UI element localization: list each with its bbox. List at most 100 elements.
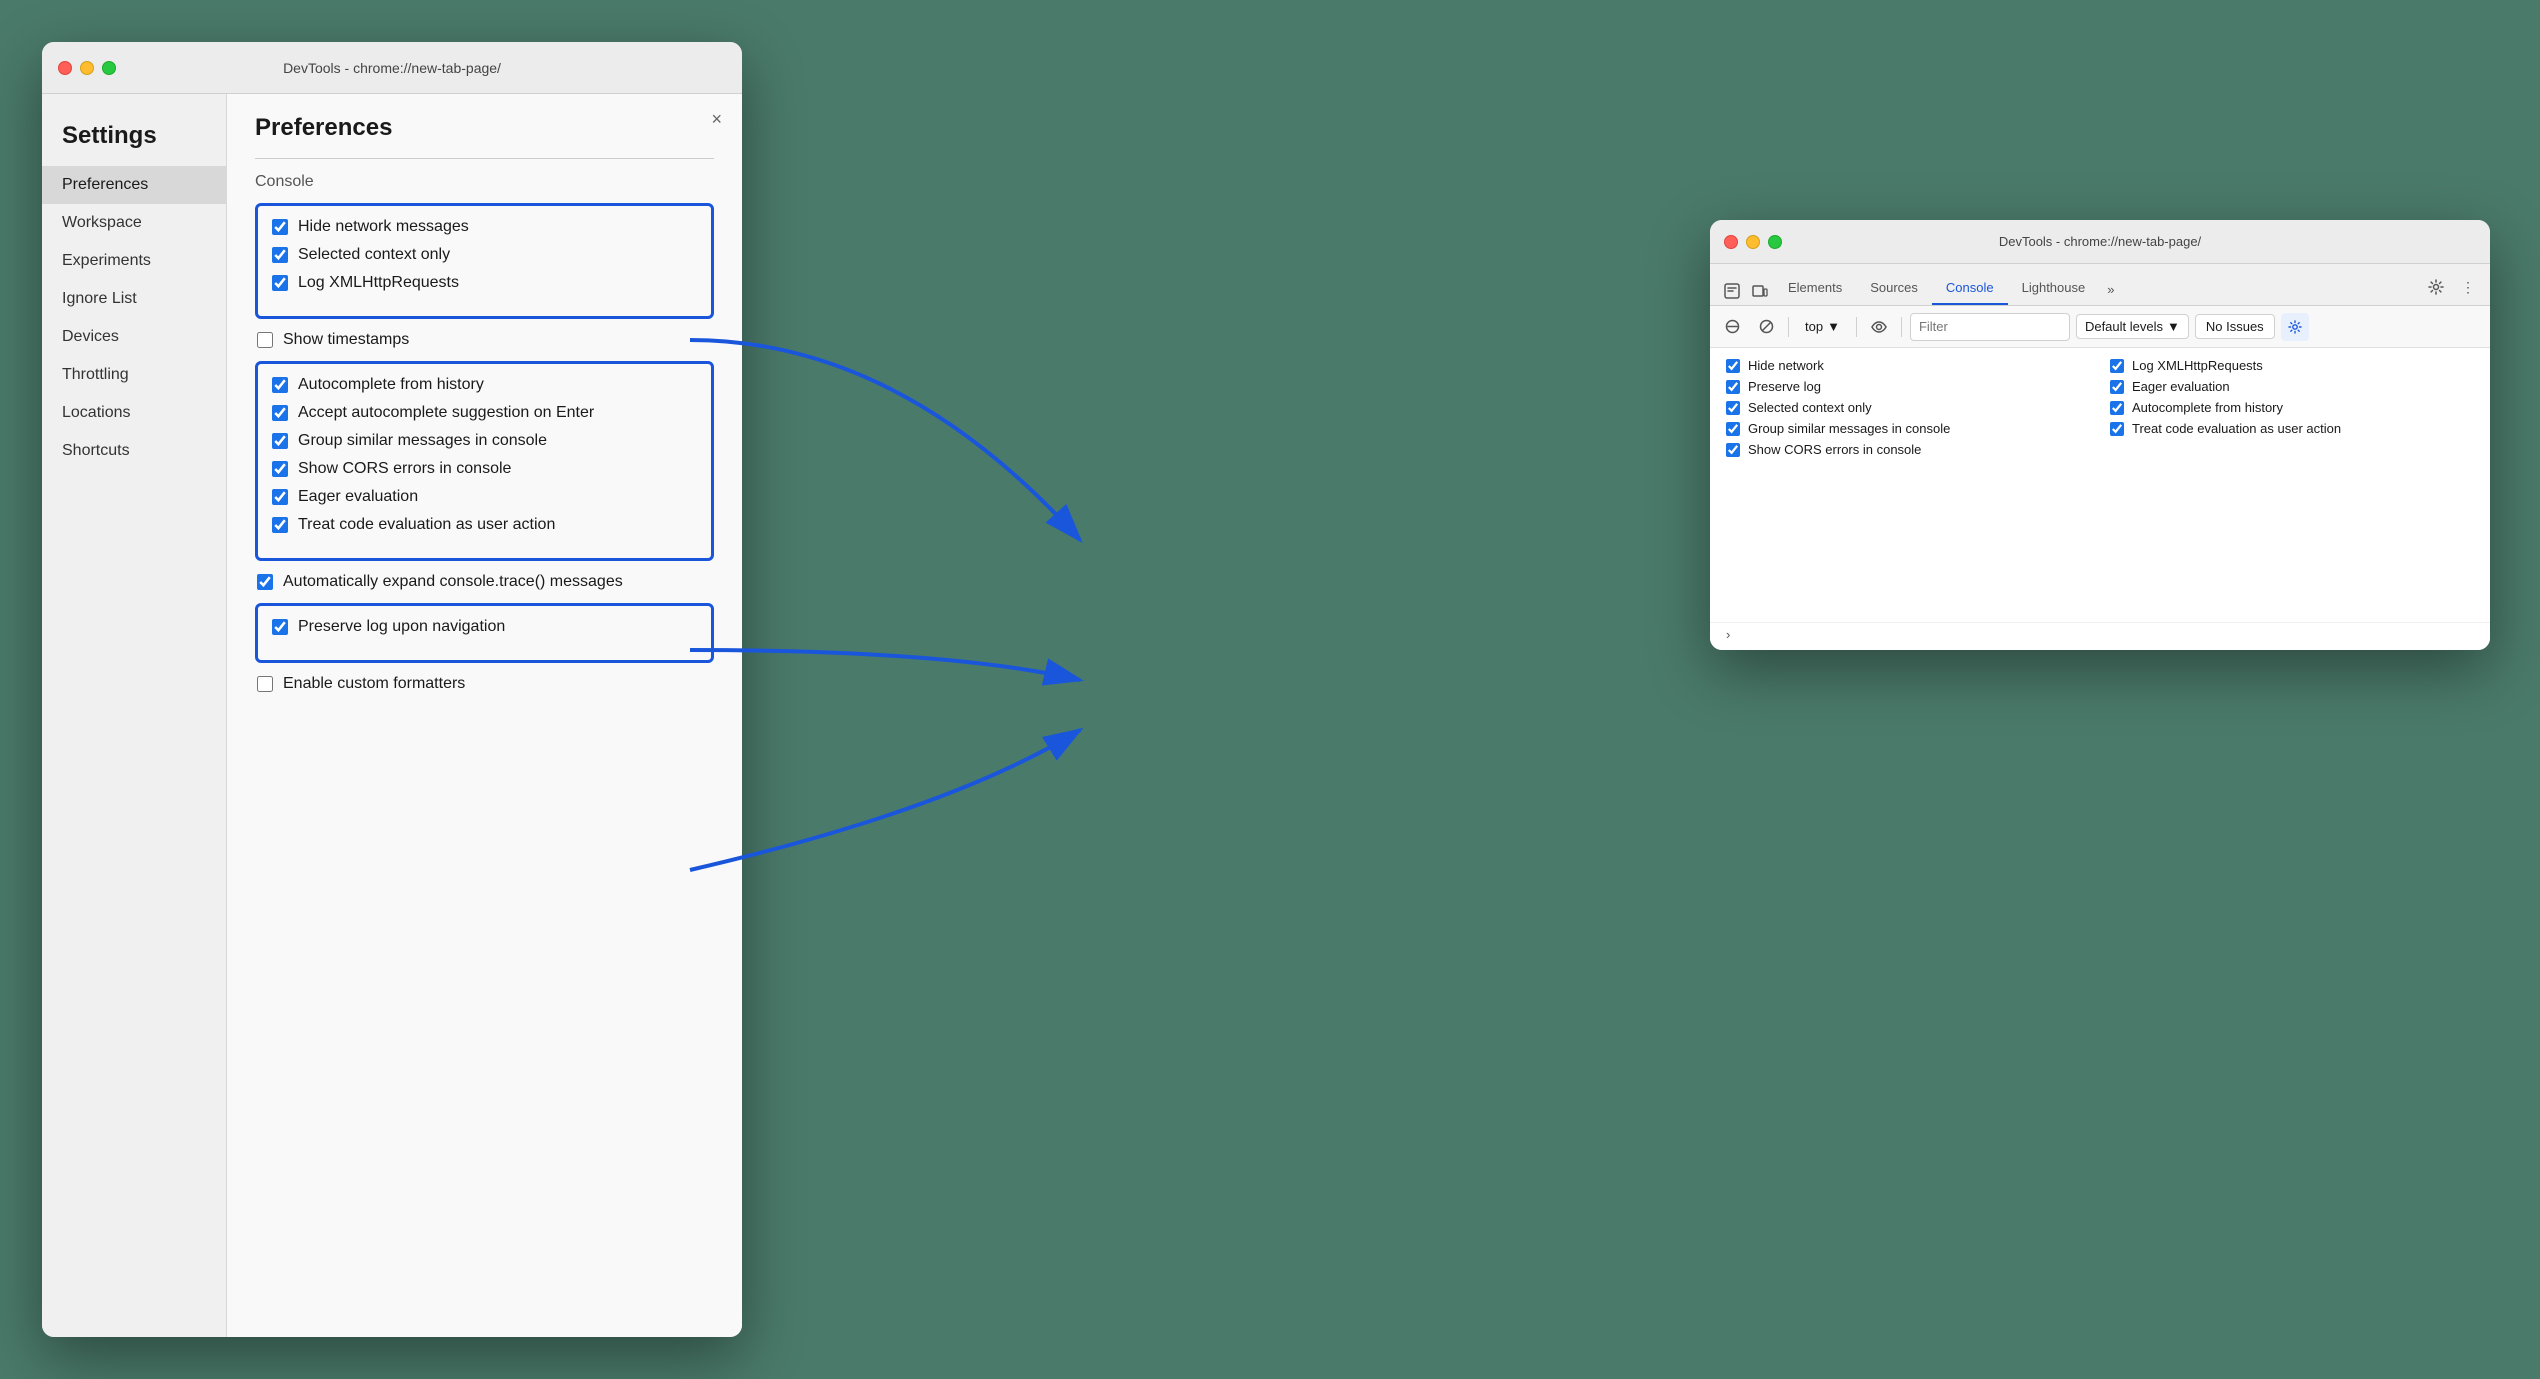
- standalone-expand-trace: Automatically expand console.trace() mes…: [255, 573, 714, 591]
- devtools-window: DevTools - chrome://new-tab-page/ Elemen…: [1710, 220, 2490, 650]
- devtools-traffic-lights: [1724, 235, 1782, 249]
- checkbox-custom-formatters[interactable]: Enable custom formatters: [257, 675, 712, 693]
- sidebar-item-devices[interactable]: Devices: [42, 318, 226, 356]
- block-icon[interactable]: [1752, 313, 1780, 341]
- checkbox-expand-trace-input[interactable]: [257, 574, 273, 590]
- maximize-traffic-light[interactable]: [102, 61, 116, 75]
- console-autocomplete-history-input[interactable]: [2110, 401, 2124, 415]
- checkbox-hide-network[interactable]: Hide network messages: [272, 218, 697, 236]
- console-hide-network-input[interactable]: [1726, 359, 1740, 373]
- checkbox-treat-code[interactable]: Treat code evaluation as user action: [272, 516, 697, 534]
- section-divider: [255, 158, 714, 159]
- devtools-close-light[interactable]: [1724, 235, 1738, 249]
- devtools-max-light[interactable]: [1768, 235, 1782, 249]
- sidebar-item-shortcuts[interactable]: Shortcuts: [42, 432, 226, 470]
- settings-window: DevTools - chrome://new-tab-page/ Settin…: [42, 42, 742, 1337]
- toolbar-separator-2: [1856, 317, 1857, 337]
- console-preserve-log[interactable]: Preserve log: [1726, 379, 2090, 394]
- checkbox-show-timestamps[interactable]: Show timestamps: [257, 331, 712, 349]
- checkbox-log-xml-input[interactable]: [272, 275, 288, 291]
- checkbox-show-timestamps-input[interactable]: [257, 332, 273, 348]
- sidebar-item-preferences[interactable]: Preferences: [42, 166, 226, 204]
- sidebar-item-throttling[interactable]: Throttling: [42, 356, 226, 394]
- console-log-xml-input[interactable]: [2110, 359, 2124, 373]
- checkbox-group-box2: Autocomplete from history Accept autocom…: [255, 361, 714, 561]
- console-cors-errors[interactable]: Show CORS errors in console: [1726, 442, 2090, 457]
- console-content: Hide network Log XMLHttpRequests Preserv…: [1710, 348, 2490, 622]
- settings-window-title: DevTools - chrome://new-tab-page/: [283, 60, 501, 76]
- checkbox-treat-code-input[interactable]: [272, 517, 288, 533]
- console-group-similar[interactable]: Group similar messages in console: [1726, 421, 2090, 436]
- tabs-overflow-button[interactable]: »: [2099, 274, 2122, 305]
- top-context-dropdown[interactable]: top ▼: [1797, 315, 1848, 338]
- no-issues-button[interactable]: No Issues: [2195, 314, 2275, 339]
- standalone-show-timestamps: Show timestamps: [255, 331, 714, 349]
- checkbox-preserve-log[interactable]: Preserve log upon navigation: [272, 618, 697, 636]
- default-levels-dropdown[interactable]: Default levels ▼: [2076, 314, 2189, 339]
- checkbox-group-similar[interactable]: Group similar messages in console: [272, 432, 697, 450]
- checkbox-cors-errors[interactable]: Show CORS errors in console: [272, 460, 697, 478]
- console-settings-icon[interactable]: [2281, 313, 2309, 341]
- sidebar-item-ignore-list[interactable]: Ignore List: [42, 280, 226, 318]
- settings-icon[interactable]: [2422, 273, 2450, 301]
- settings-body: Settings Preferences Workspace Experimen…: [42, 94, 742, 1337]
- console-preserve-log-input[interactable]: [1726, 380, 1740, 394]
- checkbox-group-box1: Hide network messages Selected context o…: [255, 203, 714, 319]
- dropdown-arrow-icon: ▼: [1827, 319, 1840, 334]
- devtools-titlebar: DevTools - chrome://new-tab-page/: [1710, 220, 2490, 264]
- toolbar-separator-3: [1901, 317, 1902, 337]
- console-eager-eval-input[interactable]: [2110, 380, 2124, 394]
- checkbox-cors-errors-input[interactable]: [272, 461, 288, 477]
- more-options-icon[interactable]: ⋮: [2454, 273, 2482, 301]
- eye-icon[interactable]: [1865, 313, 1893, 341]
- tab-lighthouse[interactable]: Lighthouse: [2008, 272, 2100, 305]
- sidebar-item-experiments[interactable]: Experiments: [42, 242, 226, 280]
- checkbox-eager-eval[interactable]: Eager evaluation: [272, 488, 697, 506]
- checkbox-preserve-log-input[interactable]: [272, 619, 288, 635]
- checkbox-custom-formatters-input[interactable]: [257, 676, 273, 692]
- checkbox-eager-eval-input[interactable]: [272, 489, 288, 505]
- device-toolbar-icon[interactable]: [1746, 277, 1774, 305]
- checkbox-group-1: Hide network messages Selected context o…: [272, 218, 697, 292]
- devtools-min-light[interactable]: [1746, 235, 1760, 249]
- console-filter-input[interactable]: [1910, 313, 2070, 341]
- console-prompt-icon[interactable]: ›: [1726, 627, 1730, 642]
- settings-titlebar: DevTools - chrome://new-tab-page/: [42, 42, 742, 94]
- console-autocomplete-history[interactable]: Autocomplete from history: [2110, 400, 2474, 415]
- elements-panel-icon[interactable]: [1718, 277, 1746, 305]
- checkbox-selected-context-input[interactable]: [272, 247, 288, 263]
- settings-close-button[interactable]: ×: [711, 110, 722, 128]
- checkbox-group-similar-input[interactable]: [272, 433, 288, 449]
- checkbox-accept-autocomplete-input[interactable]: [272, 405, 288, 421]
- console-treat-code-input[interactable]: [2110, 422, 2124, 436]
- checkbox-group-3: Preserve log upon navigation: [272, 618, 697, 636]
- checkbox-selected-context[interactable]: Selected context only: [272, 246, 697, 264]
- checkbox-autocomplete-history-input[interactable]: [272, 377, 288, 393]
- close-traffic-light[interactable]: [58, 61, 72, 75]
- checkbox-autocomplete-history[interactable]: Autocomplete from history: [272, 376, 697, 394]
- console-log-xml[interactable]: Log XMLHttpRequests: [2110, 358, 2474, 373]
- sidebar-item-workspace[interactable]: Workspace: [42, 204, 226, 242]
- sidebar-item-locations[interactable]: Locations: [42, 394, 226, 432]
- minimize-traffic-light[interactable]: [80, 61, 94, 75]
- console-hide-network[interactable]: Hide network: [1726, 358, 2090, 373]
- checkbox-hide-network-input[interactable]: [272, 219, 288, 235]
- clear-console-icon[interactable]: [1718, 313, 1746, 341]
- checkbox-expand-trace[interactable]: Automatically expand console.trace() mes…: [257, 573, 712, 591]
- console-selected-context[interactable]: Selected context only: [1726, 400, 2090, 415]
- console-treat-code[interactable]: Treat code evaluation as user action: [2110, 421, 2474, 436]
- tab-console[interactable]: Console: [1932, 272, 2008, 305]
- levels-arrow-icon: ▼: [2167, 319, 2180, 334]
- console-eager-eval[interactable]: Eager evaluation: [2110, 379, 2474, 394]
- checkbox-log-xml[interactable]: Log XMLHttpRequests: [272, 274, 697, 292]
- settings-sidebar: Settings Preferences Workspace Experimen…: [42, 94, 227, 1337]
- tab-elements[interactable]: Elements: [1774, 272, 1856, 305]
- console-bottom: ›: [1710, 622, 2490, 650]
- console-selected-context-input[interactable]: [1726, 401, 1740, 415]
- console-group-similar-input[interactable]: [1726, 422, 1740, 436]
- traffic-lights: [58, 61, 116, 75]
- settings-heading: Settings: [42, 114, 226, 166]
- checkbox-accept-autocomplete[interactable]: Accept autocomplete suggestion on Enter: [272, 404, 697, 422]
- console-cors-errors-input[interactable]: [1726, 443, 1740, 457]
- tab-sources[interactable]: Sources: [1856, 272, 1932, 305]
